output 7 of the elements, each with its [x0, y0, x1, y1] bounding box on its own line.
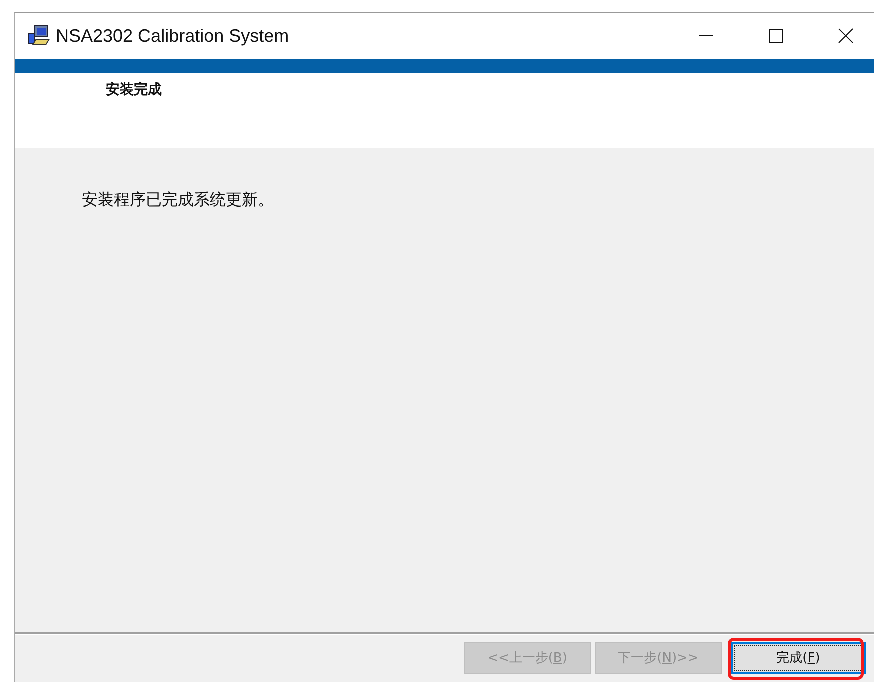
maximize-icon[interactable]	[768, 28, 784, 44]
wizard-button[interactable]: 完成(F)	[731, 642, 866, 674]
computer-icon	[28, 25, 50, 47]
message-text: 安装程序已完成系统更新。	[82, 190, 274, 209]
close-icon[interactable]	[838, 28, 854, 44]
page-title: 安装完成	[106, 82, 162, 98]
window-title: NSA2302 Calibration System	[56, 26, 290, 46]
